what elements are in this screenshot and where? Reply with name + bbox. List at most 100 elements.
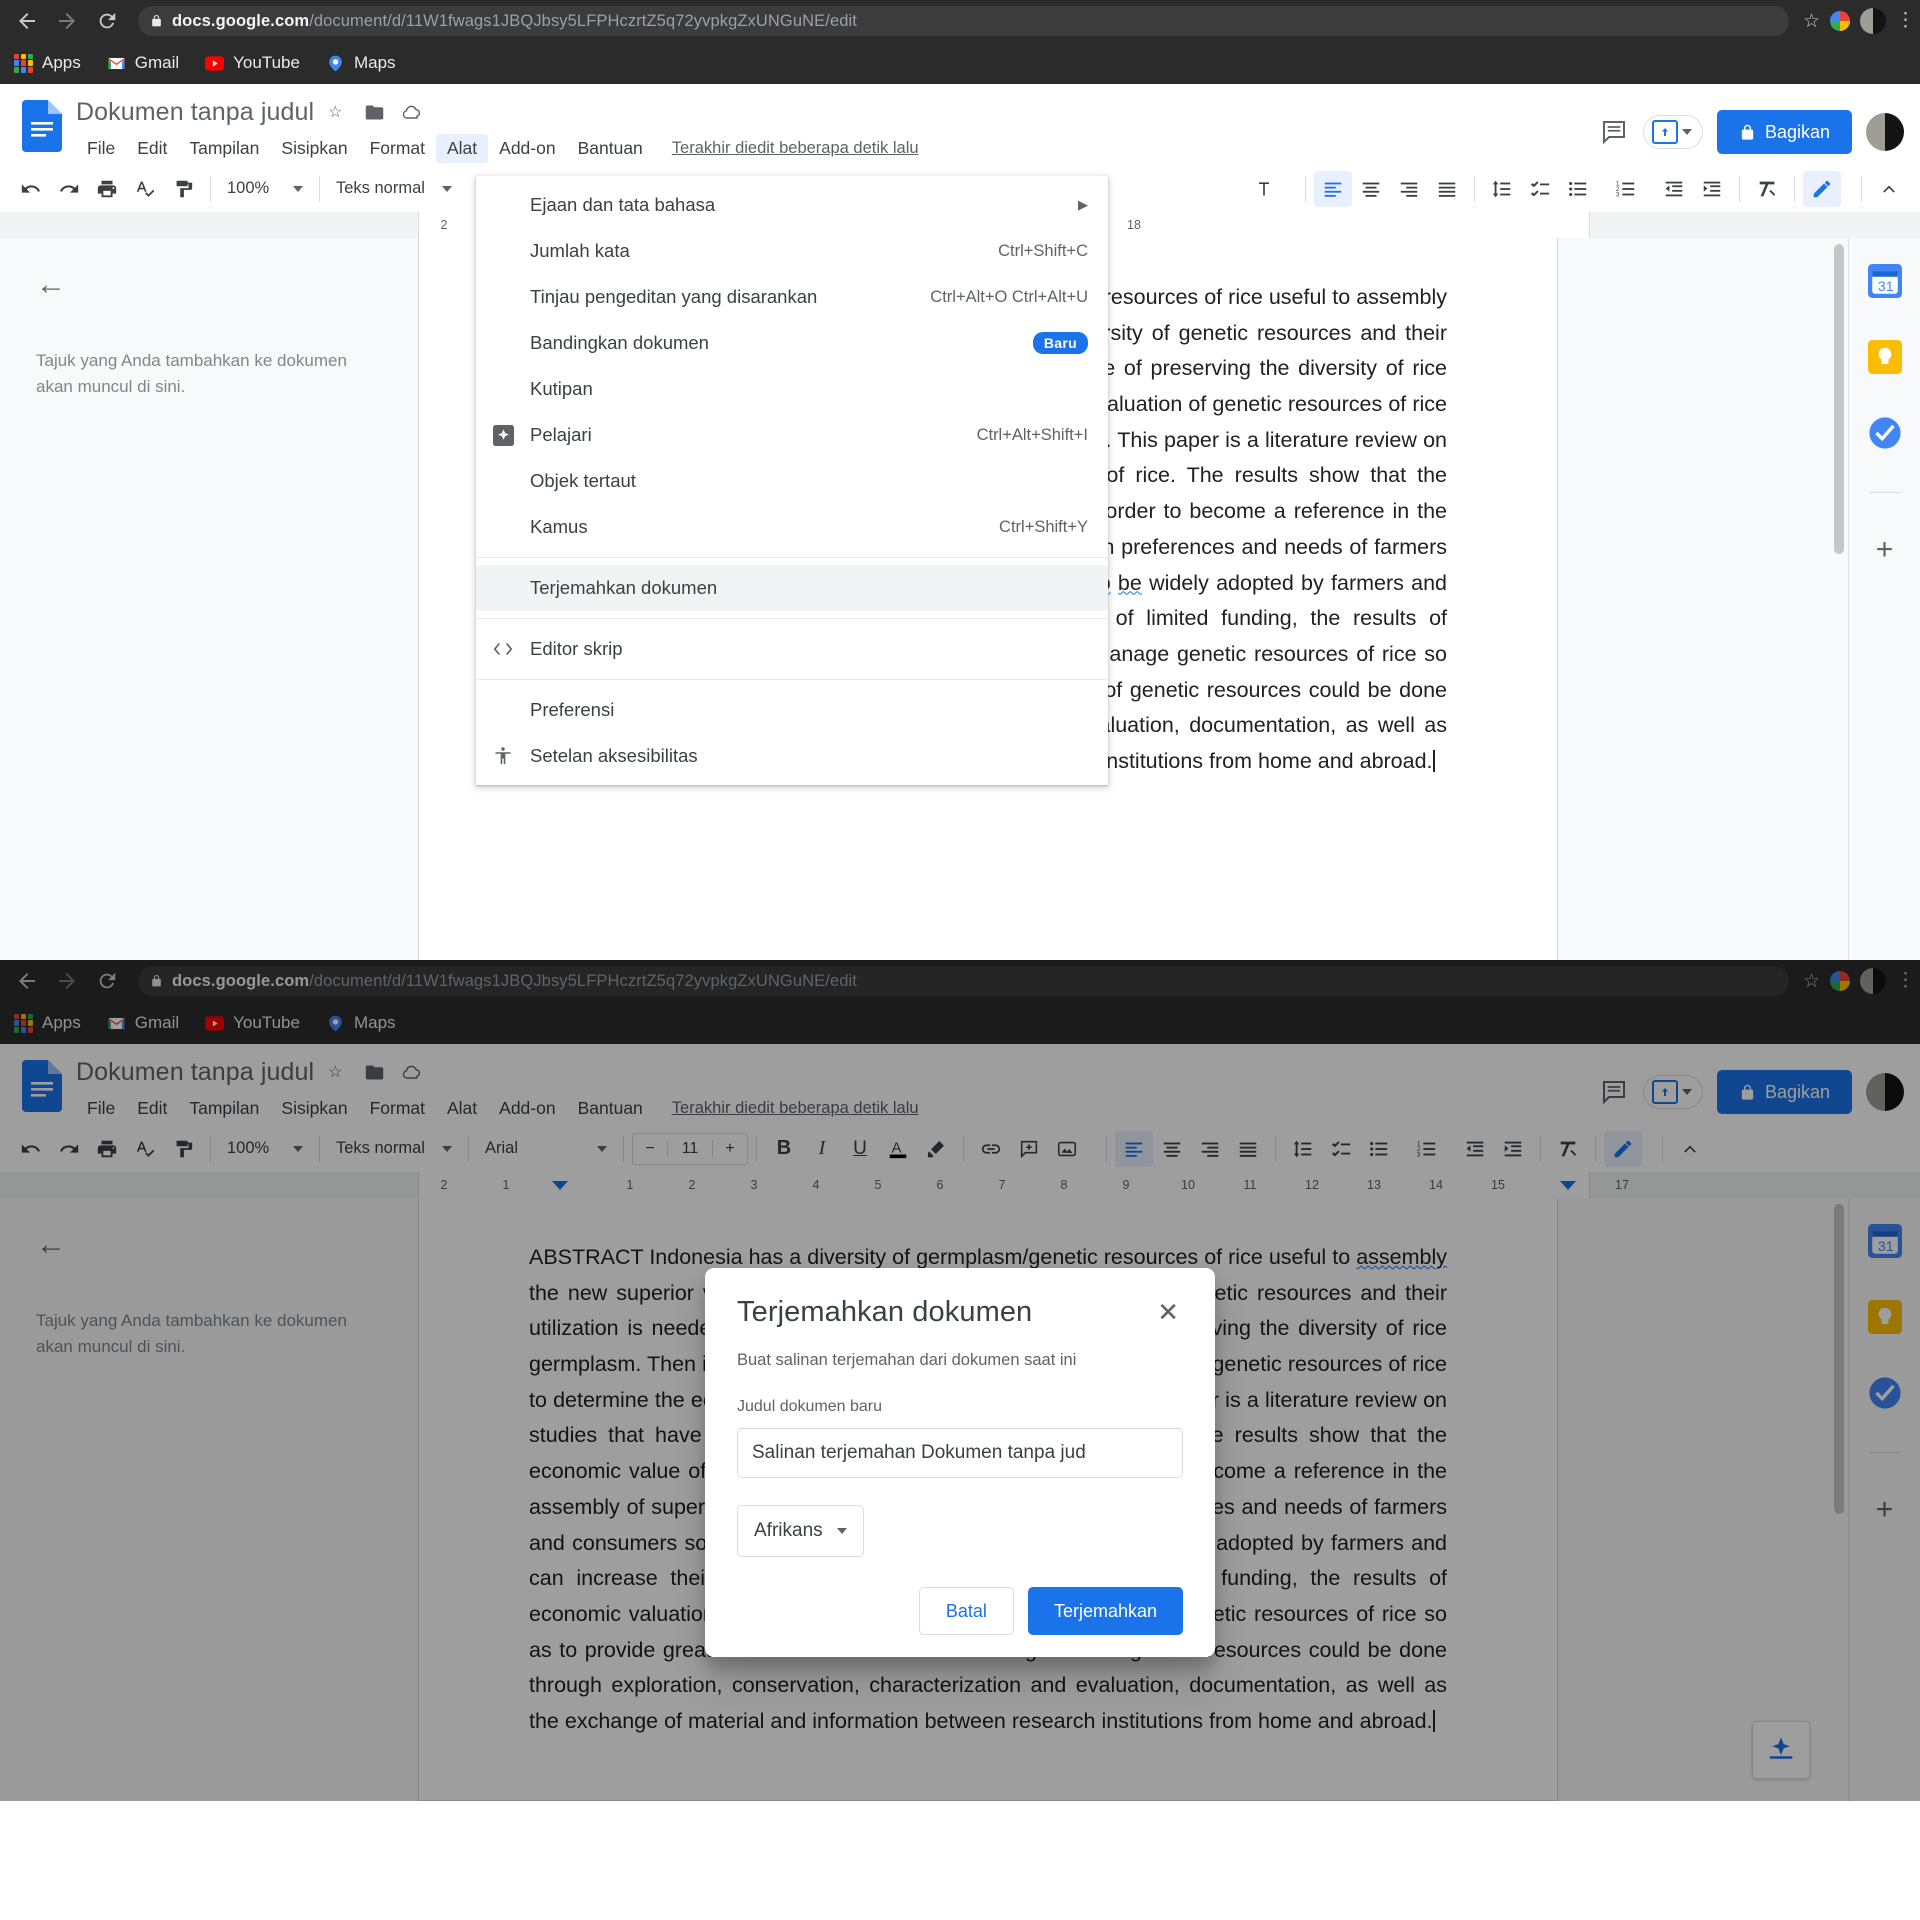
italic-button[interactable]: I [803, 1131, 841, 1167]
bulleted-list-icon[interactable] [1360, 1131, 1398, 1167]
bookmark-apps[interactable]: Apps [14, 53, 81, 73]
redo-icon[interactable] [50, 171, 88, 207]
align-justify-icon[interactable] [1428, 171, 1466, 207]
extension-icon[interactable] [1830, 971, 1850, 991]
profile-avatar-icon[interactable] [1860, 8, 1886, 34]
menu-alat[interactable]: Alat [436, 1094, 488, 1123]
comment-history-icon[interactable] [1599, 117, 1629, 147]
align-right-icon[interactable] [1390, 171, 1428, 207]
bookmark-gmail[interactable]: Gmail [107, 53, 179, 73]
menu-file[interactable]: File [76, 134, 126, 163]
font-size-decrease[interactable]: − [633, 1140, 667, 1158]
paragraph-style-selector[interactable]: Teks normal [328, 1131, 460, 1167]
increase-indent-icon[interactable] [1693, 171, 1731, 207]
alat-dropdown-menu[interactable]: Ejaan dan tata bahasa ▶ Jumlah kata Ctrl… [476, 176, 1108, 785]
menu-item-pelajari[interactable]: Pelajari Ctrl+Alt+Shift+I [476, 412, 1108, 458]
print-icon[interactable] [88, 1131, 126, 1167]
bookmark-maps[interactable]: Maps [326, 1013, 396, 1033]
menu-sisipkan[interactable]: Sisipkan [270, 134, 358, 163]
last-edit-status[interactable]: Terakhir diedit beberapa detik lalu [672, 139, 919, 158]
menu-item-tinjau-pengeditan[interactable]: Tinjau pengeditan yang disarankan Ctrl+A… [476, 274, 1108, 320]
translate-document-dialog[interactable]: Terjemahkan dokumen ✕ Buat salinan terje… [705, 1268, 1215, 1657]
last-edit-status[interactable]: Terakhir diedit beberapa detik lalu [672, 1099, 919, 1118]
menu-item-ejaan[interactable]: Ejaan dan tata bahasa ▶ [476, 182, 1108, 228]
bookmark-maps[interactable]: Maps [326, 53, 396, 73]
checklist-icon[interactable] [1521, 171, 1559, 207]
share-button[interactable]: Bagikan [1717, 1070, 1852, 1114]
insert-image-icon[interactable] [1048, 1131, 1086, 1167]
tasks-icon[interactable] [1868, 416, 1902, 450]
menu-item-objek-tertaut[interactable]: Objek tertaut [476, 458, 1108, 504]
menu-item-kutipan[interactable]: Kutipan [476, 366, 1108, 412]
forward-button[interactable] [50, 4, 84, 38]
align-center-icon[interactable] [1352, 171, 1390, 207]
language-selector[interactable]: Afrikans [737, 1505, 864, 1557]
menu-sisipkan[interactable]: Sisipkan [270, 1094, 358, 1123]
keep-icon[interactable] [1868, 1300, 1902, 1334]
vertical-scrollbar-thumb[interactable] [1834, 244, 1844, 554]
align-left-icon[interactable] [1314, 171, 1352, 207]
checklist-icon[interactable] [1322, 1131, 1360, 1167]
numbered-list-icon[interactable]: 123 [1408, 1131, 1446, 1167]
redo-icon[interactable] [50, 1131, 88, 1167]
menu-item-terjemahkan-dokumen[interactable]: Terjemahkan dokumen [476, 565, 1108, 611]
collapse-toolbar-icon[interactable] [1870, 171, 1908, 207]
spellcheck-icon[interactable] [126, 171, 164, 207]
calendar-icon[interactable]: 31 [1868, 264, 1902, 298]
undo-icon[interactable] [12, 1131, 50, 1167]
font-size-value[interactable]: 11 [667, 1140, 713, 1158]
browser-menu-icon[interactable]: ⋮ [1896, 15, 1906, 26]
reload-button[interactable] [90, 4, 124, 38]
bookmark-star-icon[interactable]: ☆ [1803, 970, 1820, 993]
browser-menu-icon[interactable]: ⋮ [1896, 975, 1906, 986]
underline-button[interactable]: U [841, 1131, 879, 1167]
menu-format[interactable]: Format [359, 1094, 436, 1123]
reload-button[interactable] [90, 964, 124, 998]
align-center-icon[interactable] [1153, 1131, 1191, 1167]
clear-formatting-icon[interactable] [1549, 1131, 1587, 1167]
increase-indent-icon[interactable] [1494, 1131, 1532, 1167]
vertical-scrollbar-thumb[interactable] [1834, 1204, 1844, 1514]
address-bar[interactable]: docs.google.com/document/d/11W1fwags1JBQ… [138, 966, 1789, 996]
menu-bantuan[interactable]: Bantuan [567, 134, 654, 163]
menu-tampilan[interactable]: Tampilan [178, 1094, 270, 1123]
account-avatar[interactable] [1866, 1073, 1904, 1111]
calendar-icon[interactable]: 31 [1868, 1224, 1902, 1258]
menu-item-kamus[interactable]: Kamus Ctrl+Shift+Y [476, 504, 1108, 550]
explore-button[interactable] [1752, 1721, 1810, 1779]
star-icon[interactable]: ☆ [328, 1062, 350, 1084]
menu-item-jumlah-kata[interactable]: Jumlah kata Ctrl+Shift+C [476, 228, 1108, 274]
extension-icon[interactable] [1830, 11, 1850, 31]
profile-avatar-icon[interactable] [1860, 968, 1886, 994]
star-icon[interactable]: ☆ [328, 102, 350, 124]
decrease-indent-icon[interactable] [1655, 171, 1693, 207]
numbered-list-icon[interactable]: 123 [1607, 171, 1645, 207]
collapse-toolbar-icon[interactable] [1671, 1131, 1709, 1167]
add-comment-icon[interactable] [1010, 1131, 1048, 1167]
text-color-button[interactable]: A [879, 1131, 917, 1167]
share-button[interactable]: Bagikan [1717, 110, 1852, 154]
line-spacing-icon[interactable] [1284, 1131, 1322, 1167]
new-document-title-input[interactable] [737, 1428, 1183, 1478]
font-size-increase[interactable]: + [713, 1140, 747, 1158]
bulleted-list-icon[interactable] [1559, 171, 1597, 207]
insert-link-icon[interactable] [972, 1131, 1010, 1167]
tasks-icon[interactable] [1868, 1376, 1902, 1410]
document-title[interactable]: Dokumen tanpa judul [76, 1058, 314, 1087]
present-button[interactable] [1643, 115, 1703, 149]
menu-addon[interactable]: Add-on [488, 1094, 566, 1123]
menu-bantuan[interactable]: Bantuan [567, 1094, 654, 1123]
menu-addon[interactable]: Add-on [488, 134, 566, 163]
print-icon[interactable] [88, 171, 126, 207]
clear-formatting-icon[interactable] [1748, 171, 1786, 207]
paint-format-icon[interactable] [164, 1131, 202, 1167]
menu-item-bandingkan-dokumen[interactable]: Bandingkan dokumen Baru [476, 320, 1108, 366]
move-to-folder-icon[interactable] [364, 102, 386, 124]
close-icon[interactable]: ✕ [1153, 1296, 1183, 1328]
translate-button[interactable]: Terjemahkan [1028, 1587, 1183, 1635]
present-button[interactable] [1643, 1075, 1703, 1109]
line-spacing-icon[interactable] [1483, 171, 1521, 207]
menu-item-setelan-aksesibilitas[interactable]: Setelan aksesibilitas [476, 733, 1108, 779]
ruler-bottom[interactable]: 2 1 1 2 3 4 5 6 7 8 9 10 11 12 13 14 15 … [0, 1172, 1920, 1198]
menu-format[interactable]: Format [359, 134, 436, 163]
